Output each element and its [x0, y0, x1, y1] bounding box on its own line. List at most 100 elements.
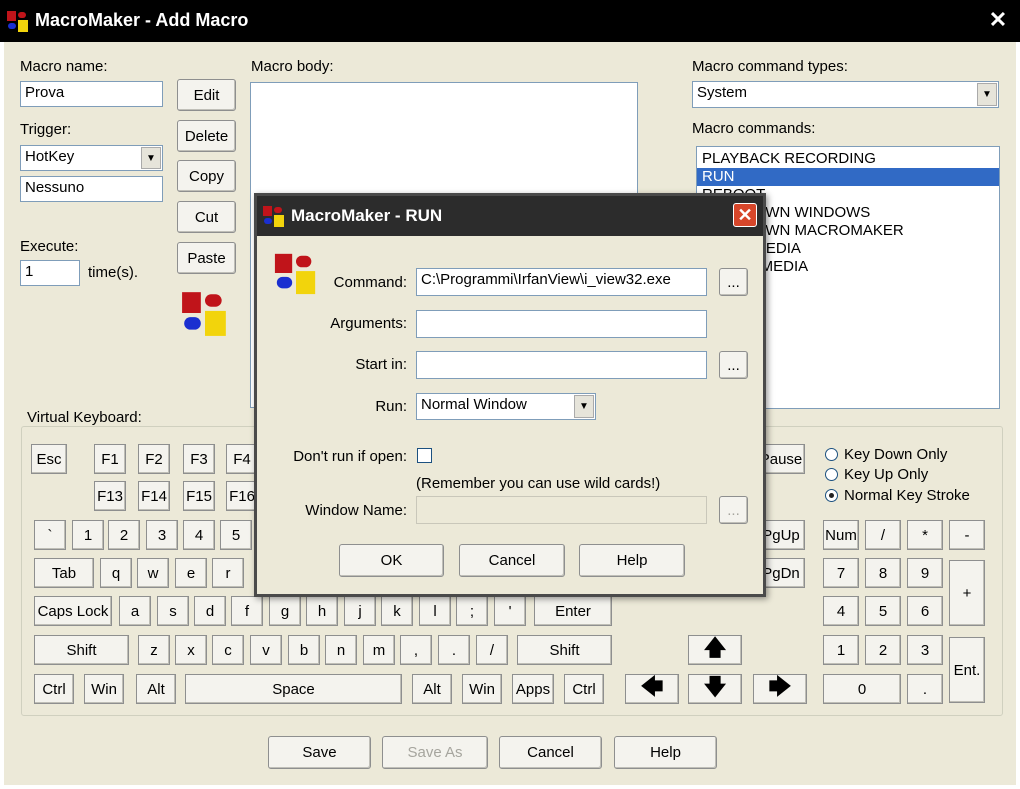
key-semicolon[interactable]: ; [456, 596, 488, 626]
key-win-left[interactable]: Win [84, 674, 124, 704]
macro-name-input[interactable]: Prova [20, 81, 163, 107]
browse-window-name-button[interactable]: ... [719, 496, 748, 524]
key-s[interactable]: s [157, 596, 189, 626]
key-f2[interactable]: F2 [138, 444, 170, 474]
key-num-3[interactable]: 3 [907, 635, 943, 665]
key-5[interactable]: 5 [220, 520, 252, 550]
arrow-right-key[interactable]: 🡆 [753, 674, 807, 704]
key-apps[interactable]: Apps [512, 674, 554, 704]
key-f[interactable]: f [231, 596, 263, 626]
window-name-input[interactable] [416, 496, 707, 524]
key-q[interactable]: q [100, 558, 132, 588]
key-a[interactable]: a [119, 596, 151, 626]
key-j[interactable]: j [344, 596, 376, 626]
key-4[interactable]: 4 [183, 520, 215, 550]
key-l[interactable]: l [419, 596, 451, 626]
key-comma[interactable]: , [400, 635, 432, 665]
run-dialog-close-button[interactable]: ✕ [733, 203, 757, 227]
save-button[interactable]: Save [268, 736, 371, 769]
key-num-dot[interactable]: . [907, 674, 943, 704]
help-button[interactable]: Help [614, 736, 717, 769]
key-f13[interactable]: F13 [94, 481, 126, 511]
key-quote[interactable]: ' [494, 596, 526, 626]
arrow-left-key[interactable]: 🡄 [625, 674, 679, 704]
key-num-6[interactable]: 6 [907, 596, 943, 626]
key-n[interactable]: n [325, 635, 357, 665]
key-ctrl-right[interactable]: Ctrl [564, 674, 604, 704]
key-num-7[interactable]: 7 [823, 558, 859, 588]
browse-start-in-button[interactable]: ... [719, 351, 748, 379]
key-h[interactable]: h [306, 596, 338, 626]
key-ctrl-left[interactable]: Ctrl [34, 674, 74, 704]
key-tab[interactable]: Tab [34, 558, 94, 588]
key-num-5[interactable]: 5 [865, 596, 901, 626]
cancel-button[interactable]: Cancel [499, 736, 602, 769]
key-shift-left[interactable]: Shift [34, 635, 129, 665]
key-alt-right[interactable]: Alt [412, 674, 452, 704]
copy-button[interactable]: Copy [177, 160, 236, 192]
key-f3[interactable]: F3 [183, 444, 215, 474]
key-numlock[interactable]: Num [823, 520, 859, 550]
key-shift-right[interactable]: Shift [517, 635, 612, 665]
trigger-select[interactable]: HotKey ▼ [20, 145, 163, 171]
trigger-key-input[interactable]: Nessuno [20, 176, 163, 202]
browse-command-button[interactable]: ... [719, 268, 748, 296]
ok-button[interactable]: OK [339, 544, 444, 577]
save-as-button[interactable]: Save As [382, 736, 488, 769]
dialog-help-button[interactable]: Help [579, 544, 685, 577]
arguments-input[interactable] [416, 310, 707, 338]
delete-button[interactable]: Delete [177, 120, 236, 152]
key-r[interactable]: r [212, 558, 244, 588]
key-num-enter[interactable]: Ent. [949, 637, 985, 703]
list-item[interactable]: PLAYBACK RECORDING [697, 150, 999, 168]
start-in-input[interactable] [416, 351, 707, 379]
dialog-cancel-button[interactable]: Cancel [459, 544, 565, 577]
key-f1[interactable]: F1 [94, 444, 126, 474]
key-x[interactable]: x [175, 635, 207, 665]
key-f14[interactable]: F14 [138, 481, 170, 511]
key-1[interactable]: 1 [72, 520, 104, 550]
key-slash[interactable]: / [476, 635, 508, 665]
key-m[interactable]: m [363, 635, 395, 665]
key-w[interactable]: w [137, 558, 169, 588]
arrow-down-key[interactable]: 🡇 [688, 674, 742, 704]
key-z[interactable]: z [138, 635, 170, 665]
key-num-8[interactable]: 8 [865, 558, 901, 588]
chevron-down-icon[interactable]: ▼ [574, 395, 594, 418]
key-caps-lock[interactable]: Caps Lock [34, 596, 112, 626]
radio-normal-key-stroke[interactable]: Normal Key Stroke [825, 487, 970, 504]
key-backtick[interactable]: ` [34, 520, 66, 550]
run-mode-select[interactable]: Normal Window ▼ [416, 393, 596, 420]
key-num-multiply[interactable]: * [907, 520, 943, 550]
chevron-down-icon[interactable]: ▼ [141, 147, 161, 169]
key-num-1[interactable]: 1 [823, 635, 859, 665]
key-3[interactable]: 3 [146, 520, 178, 550]
key-period[interactable]: . [438, 635, 470, 665]
edit-button[interactable]: Edit [177, 79, 236, 111]
paste-button[interactable]: Paste [177, 242, 236, 274]
cut-button[interactable]: Cut [177, 201, 236, 233]
command-input[interactable]: C:\Programmi\IrfanView\i_view32.exe [416, 268, 707, 296]
arrow-up-key[interactable]: 🡅 [688, 635, 742, 665]
radio-key-up-only[interactable]: Key Up Only [825, 466, 928, 483]
dont-run-checkbox[interactable] [417, 448, 432, 463]
key-b[interactable]: b [288, 635, 320, 665]
key-num-9[interactable]: 9 [907, 558, 943, 588]
key-num-4[interactable]: 4 [823, 596, 859, 626]
window-close-button[interactable]: ✕ [986, 8, 1010, 32]
key-win-right[interactable]: Win [462, 674, 502, 704]
key-d[interactable]: d [194, 596, 226, 626]
radio-key-down-only[interactable]: Key Down Only [825, 446, 947, 463]
key-c[interactable]: c [212, 635, 244, 665]
key-v[interactable]: v [250, 635, 282, 665]
chevron-down-icon[interactable]: ▼ [977, 83, 997, 106]
key-space[interactable]: Space [185, 674, 402, 704]
key-e[interactable]: e [175, 558, 207, 588]
key-num-0[interactable]: 0 [823, 674, 901, 704]
key-num-divide[interactable]: / [865, 520, 901, 550]
key-num-plus[interactable]: + [949, 560, 985, 626]
execute-count-input[interactable]: 1 [20, 260, 80, 286]
key-num-2[interactable]: 2 [865, 635, 901, 665]
key-f15[interactable]: F15 [183, 481, 215, 511]
key-k[interactable]: k [381, 596, 413, 626]
